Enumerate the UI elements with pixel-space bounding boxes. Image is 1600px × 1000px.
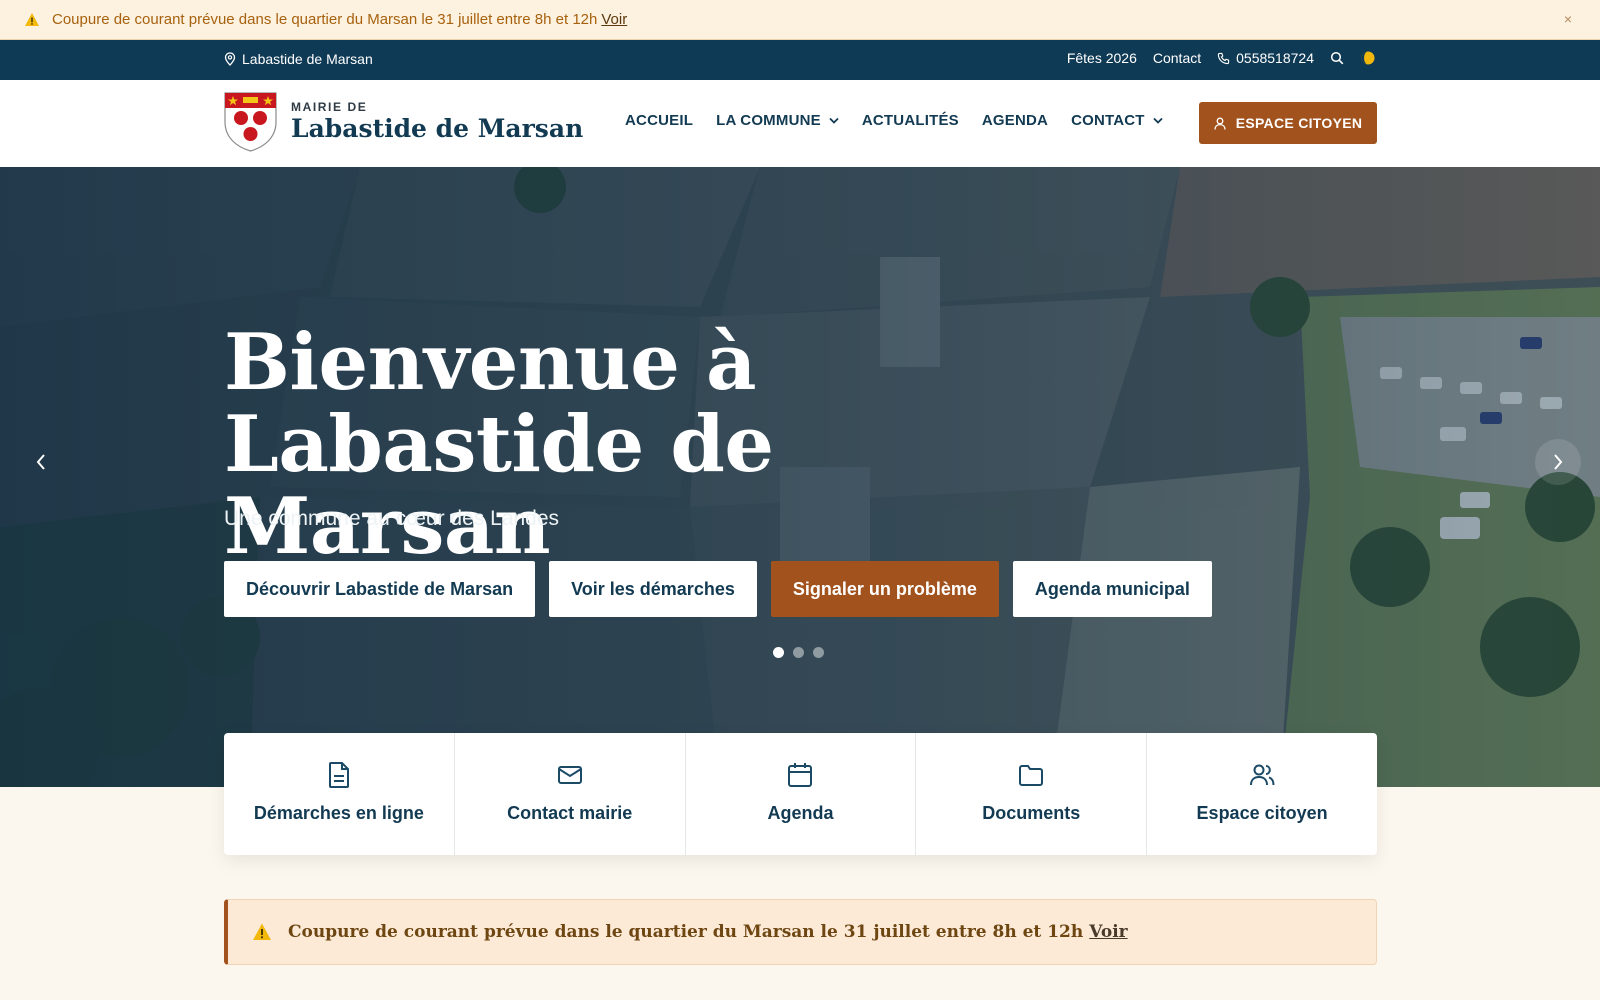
carousel-next-button[interactable] [1535,439,1581,485]
quick-label: Démarches en ligne [253,803,424,823]
quick-contact-mairie[interactable]: Contact mairie [455,733,686,855]
municipal-agenda-button[interactable]: Agenda municipal [1012,561,1212,617]
location: Labastide de Marsan [224,51,373,67]
hero-carousel: Bienvenue à Labastide de Marsan Une comm… [0,167,1600,787]
quick-label: Documents [982,803,1081,823]
map-pin-icon [224,52,236,66]
alert-text: Coupure de courant prévue dans le quarti… [52,11,598,28]
nav-label: ACCUEIL [625,112,694,129]
coat-of-arms-logo[interactable] [224,92,277,152]
close-icon[interactable]: × [1564,11,1572,27]
folder-icon [1019,765,1044,786]
document-icon [328,762,349,788]
link-contact[interactable]: Contact [1153,50,1201,66]
nav-contact[interactable]: CONTACT [1071,112,1163,129]
nav-label: ACTUALITÉS [861,112,959,129]
hero-title: Bienvenue à Labastide de Marsan [224,317,774,572]
quick-label: Espace citoyen [1196,803,1328,823]
notice-text: Coupure de courant prévue dans le quarti… [288,922,1084,942]
quick-online-procedures[interactable]: Démarches en ligne [224,733,455,855]
report-problem-button[interactable]: Signaler un problème [770,561,999,617]
nav-label: AGENDA [981,112,1049,129]
alert-banner: Coupure de courant prévue dans le quarti… [0,0,1600,40]
nav-accueil[interactable]: ACCUEIL [625,112,693,129]
site-header: MAIRIE DE Labastide de Marsan ACCUEIL LA… [0,80,1600,167]
brand-prefix: MAIRIE DE [291,100,368,114]
location-label: Labastide de Marsan [242,51,373,67]
chevron-down-icon [1153,117,1163,124]
link-fetes[interactable]: Fêtes 2026 [1067,50,1137,66]
citizen-space-button[interactable]: ESPACE CITOYEN [1199,102,1377,144]
carousel-prev-button[interactable] [18,439,64,485]
carousel-dots [773,647,824,658]
hero-subtitle: Une commune au cœur des Landes [224,507,560,530]
nav-agenda[interactable]: AGENDA [982,112,1048,129]
user-icon [1214,117,1226,130]
warning-icon [253,923,271,940]
chevron-down-icon [829,117,839,124]
quick-citizen-space[interactable]: Espace citoyen [1147,733,1377,855]
mail-icon [557,766,582,784]
quick-label: Contact mairie [507,803,633,823]
notice-link[interactable]: Voir [1089,922,1127,942]
quick-agenda[interactable]: Agenda [686,733,917,855]
nav-la-commune[interactable]: LA COMMUNE [716,112,839,129]
carousel-dot[interactable] [793,647,804,658]
chevron-left-icon [36,454,45,470]
quick-documents[interactable]: Documents [916,733,1148,855]
alert-link[interactable]: Voir [601,11,627,28]
nav-label: CONTACT [1071,112,1145,129]
discover-button[interactable]: Découvrir Labastide de Marsan [224,561,536,617]
users-icon [1250,764,1275,786]
theme-toggle-icon[interactable] [1360,50,1376,66]
citizen-space-label: ESPACE CITOYEN [1235,115,1363,131]
search-icon[interactable] [1330,51,1344,65]
notice-alert: Coupure de courant prévue dans le quarti… [224,899,1377,965]
hero-actions: Découvrir Labastide de Marsan Voir les d… [224,561,1212,617]
brand-name[interactable]: Labastide de Marsan [291,114,583,143]
carousel-dot[interactable] [773,647,784,658]
warning-icon [25,12,39,26]
quick-access: Démarches en ligne Contact mairie Agenda… [224,733,1377,855]
phone-link[interactable]: 0558518724 [1217,50,1314,66]
utility-bar: Labastide de Marsan Fêtes 2026 Contact 0… [0,40,1600,80]
chevron-right-icon [1554,454,1563,470]
quick-label: Agenda [767,803,834,823]
phone-icon [1217,52,1230,64]
nav-label: LA COMMUNE [716,112,821,129]
nav-actualites[interactable]: ACTUALITÉS [862,112,959,129]
main-nav: ACCUEIL LA COMMUNE ACTUALITÉS AGENDA CON… [625,112,1163,129]
carousel-dot[interactable] [813,647,824,658]
procedures-button[interactable]: Voir les démarches [549,561,757,617]
calendar-icon [788,763,813,787]
phone-number: 0558518724 [1236,50,1314,66]
